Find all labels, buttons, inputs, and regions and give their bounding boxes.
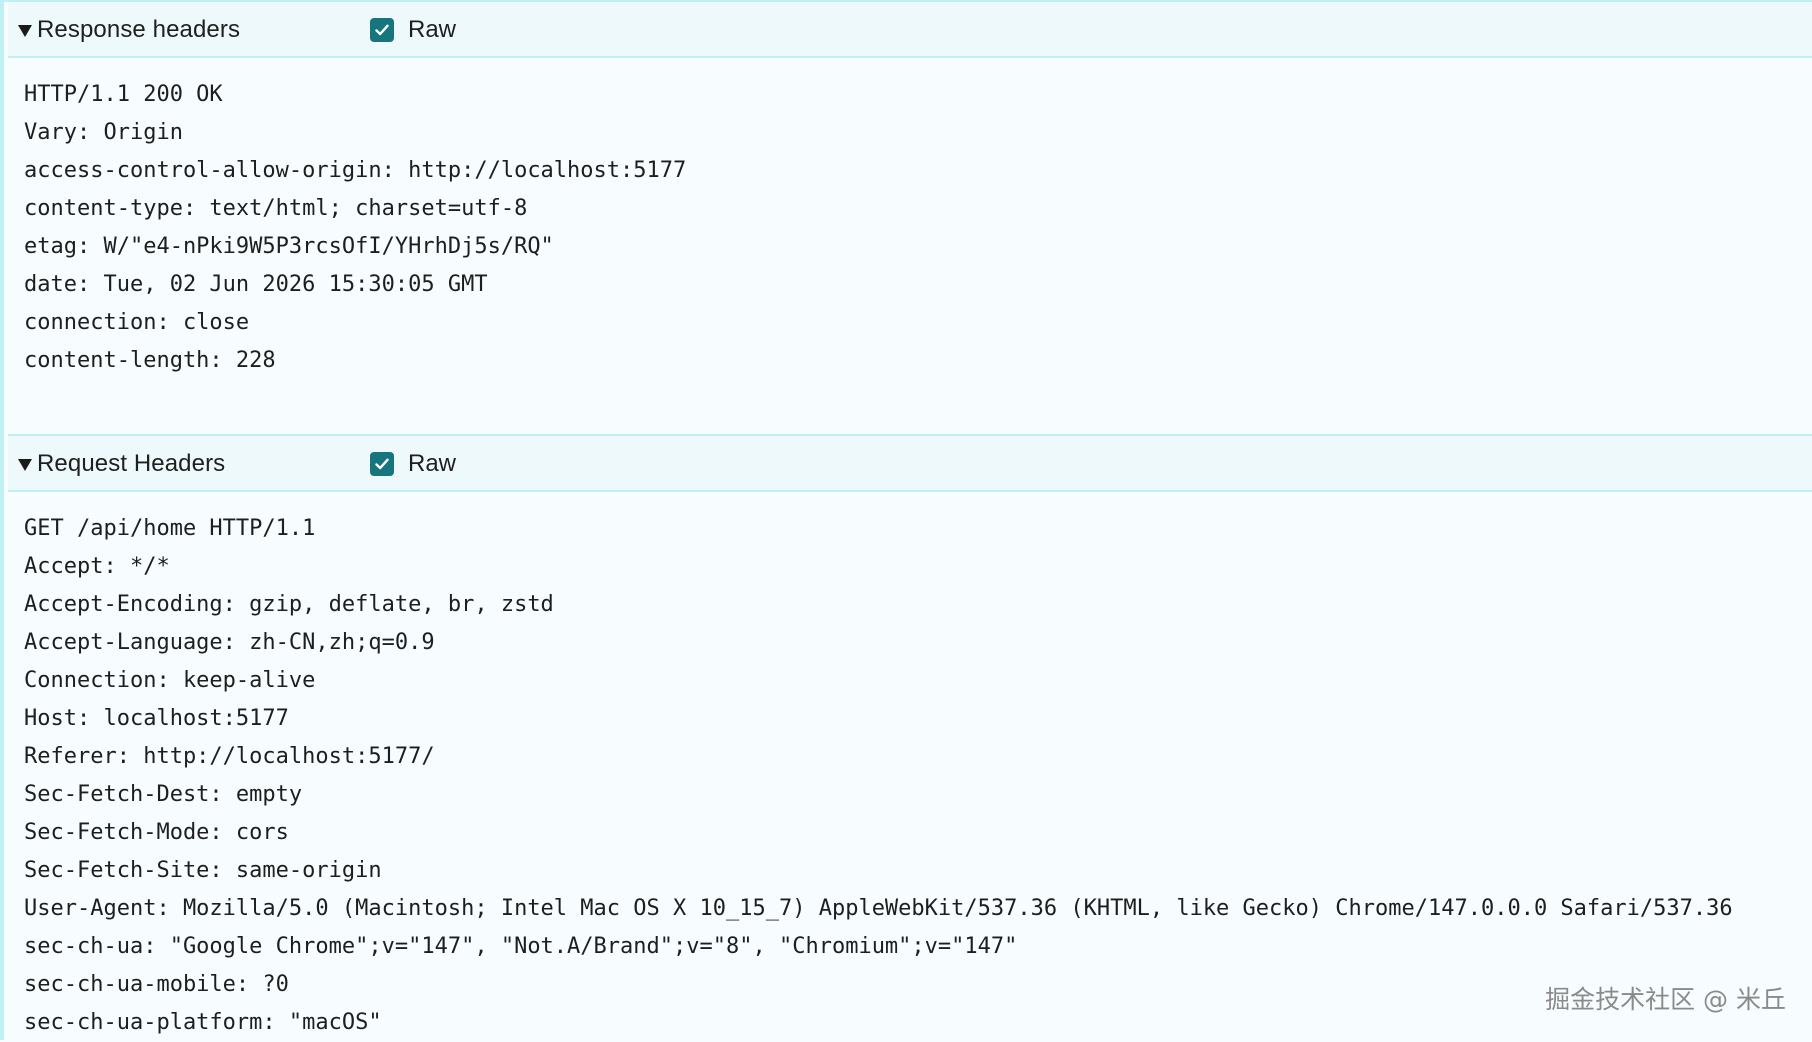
response-headers-content: HTTP/1.1 200 OK Vary: Origin access-cont… [8,76,1812,380]
response-header-line: content-length: 228 [24,348,276,373]
response-header-line-etag-highlighted: etag: W/"e4-nPki9W5P3rcsOfI/YHrhDj5s/RQ" [14,226,1812,267]
request-header-line: Sec-Fetch-Mode: cors [24,820,289,845]
request-header-line: User-Agent: Mozilla/5.0 (Macintosh; Inte… [24,896,1733,921]
response-headers-header: Response headers Raw [8,2,1812,58]
checkmark-icon [370,452,394,476]
request-raw-checkbox[interactable]: Raw [370,450,456,478]
request-header-line: Connection: keep-alive [24,668,316,693]
request-header-line: Sec-Fetch-Site: same-origin [24,858,382,883]
etag-text: etag: W/"e4-nPki9W5P3rcsOfI/YHrhDj5s/RQ" [24,234,554,259]
response-header-line: Vary: Origin [24,120,183,145]
request-headers-header: Request Headers Raw [8,434,1812,492]
request-header-line: Accept-Encoding: gzip, deflate, br, zstd [24,592,554,617]
response-header-line: connection: close [24,310,250,335]
watermark-text: 掘金技术社区 @ 米丘 [1545,985,1786,1014]
request-headers-title: Request Headers [37,450,226,477]
response-header-line: access-control-allow-origin: http://loca… [24,158,687,183]
request-header-line: sec-ch-ua: "Google Chrome";v="147", "Not… [24,934,1018,959]
request-header-line: Referer: http://localhost:5177/ [24,744,435,769]
request-header-line: Accept-Language: zh-CN,zh;q=0.9 [24,630,435,655]
response-header-line: content-type: text/html; charset=utf-8 [24,196,528,221]
response-header-line: date: Tue, 02 Jun 2026 15:30:05 GMT [24,272,488,297]
request-header-line: GET /api/home HTTP/1.1 [24,516,316,541]
response-headers-title: Response headers [37,16,241,43]
request-header-line: sec-ch-ua-platform: "macOS" [24,1010,382,1035]
request-header-line: sec-ch-ua-mobile: ?0 [24,972,289,997]
request-header-line: Sec-Fetch-Dest: empty [24,782,303,807]
request-header-line: Accept: */* [24,554,170,579]
triangle-down-icon [18,459,32,471]
request-headers-toggle[interactable]: Request Headers [18,450,225,478]
response-raw-checkbox[interactable]: Raw [370,16,456,44]
network-headers-panel: Response headers Raw HTTP/1.1 200 OK Var… [0,0,1812,1040]
checkmark-icon [370,18,394,42]
request-raw-label: Raw [408,450,457,477]
triangle-down-icon [18,25,32,37]
request-header-line: Host: localhost:5177 [24,706,289,731]
request-headers-content: GET /api/home HTTP/1.1 Accept: */* Accep… [8,510,1812,1042]
response-headers-toggle[interactable]: Response headers [18,16,240,44]
response-raw-label: Raw [408,16,457,43]
response-header-line: HTTP/1.1 200 OK [24,82,223,107]
